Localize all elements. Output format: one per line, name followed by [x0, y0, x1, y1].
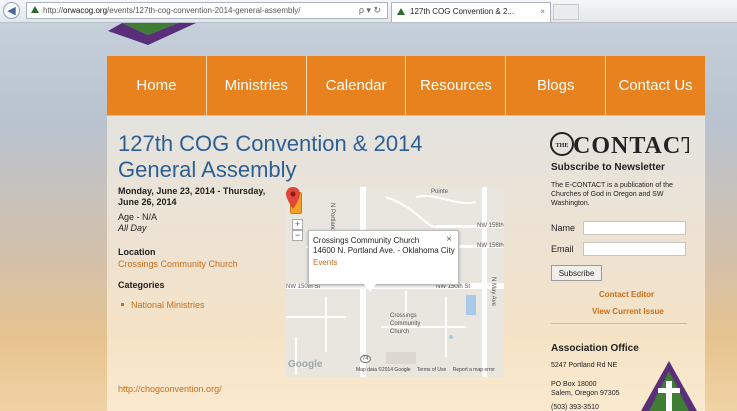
- email-label: Email: [551, 244, 574, 254]
- url-path: /events/127th-cog-convention-2014-genera…: [107, 6, 301, 15]
- event-website-link[interactable]: http://chogconvention.org/: [118, 384, 222, 394]
- url-prefix: http://: [43, 6, 64, 15]
- browser-toolbar: ◀ http://orwacog.org/events/127th-cog-co…: [0, 0, 737, 23]
- popup-place-name: Crossings Community Church: [313, 236, 420, 245]
- address-search-refresh-icon[interactable]: ρ ▾ ↻: [359, 3, 381, 18]
- main-nav: Home Ministries Calendar Resources Blogs…: [107, 56, 705, 115]
- category-link[interactable]: National Ministries: [118, 300, 205, 310]
- categories-heading: Categories: [118, 280, 165, 290]
- church-of-god-logo: [641, 361, 697, 411]
- event-all-day: All Day: [118, 223, 147, 233]
- association-city: Salem, Oregon 97305: [551, 390, 620, 397]
- popup-events-link[interactable]: Events: [313, 258, 337, 267]
- sidebar-divider: [551, 323, 687, 324]
- tab-title: 127th COG Convention & 2...: [410, 7, 515, 16]
- map-place-line1: Crossings: [390, 313, 417, 319]
- site-icon: [31, 6, 39, 13]
- google-logo[interactable]: Google: [288, 359, 322, 370]
- nav-blogs[interactable]: Blogs: [506, 56, 606, 115]
- event-age: Age - N/A: [118, 212, 158, 222]
- nav-home[interactable]: Home: [107, 56, 206, 115]
- browser-tab[interactable]: 127th COG Convention & 2... ×: [391, 2, 551, 22]
- map-label-pointe: Pointe: [431, 189, 449, 195]
- association-heading: Association Office: [551, 343, 639, 354]
- popup-close-icon[interactable]: ×: [446, 234, 452, 245]
- zoom-in-button[interactable]: +: [292, 219, 303, 230]
- map-data-credit: Map data ©2014 Google: [356, 367, 411, 373]
- contact-logo: THE CONTACT: [550, 132, 689, 157]
- map-info-window: Crossings Community Church 14600 N. Port…: [308, 230, 459, 285]
- url-domain: orwacog.org: [63, 6, 108, 15]
- map-place-line3: Church: [390, 329, 410, 335]
- name-label: Name: [551, 223, 576, 233]
- view-current-issue-link[interactable]: View Current Issue: [592, 307, 664, 316]
- popup-tail: [364, 284, 376, 292]
- location-link[interactable]: Crossings Community Church: [118, 259, 238, 269]
- event-title: 127th COG Convention & 2014 General Asse…: [118, 131, 423, 182]
- address-url: http://orwacog.org/events/127th-cog-conv…: [43, 3, 301, 18]
- logo-small-text: THE: [556, 143, 569, 149]
- popup-address: 14600 N. Portland Ave. - Oklahoma City: [313, 246, 455, 255]
- terms-of-use-link[interactable]: Terms of Use: [417, 367, 446, 373]
- location-map[interactable]: + − Pointe N Portland NW 158th NW 156th …: [286, 187, 504, 377]
- report-map-error-link[interactable]: Report a map error: [453, 367, 495, 373]
- association-po-box: PO Box 18000: [551, 381, 597, 388]
- map-label-nw158: NW 158th: [477, 223, 504, 229]
- association-street: 5247 Portland Rd NE: [551, 362, 618, 369]
- nav-ministries[interactable]: Ministries: [206, 56, 306, 115]
- tab-site-icon: [397, 8, 405, 15]
- site-logo[interactable]: [108, 23, 198, 45]
- event-date: Monday, June 23, 2014 - Thursday, June 2…: [118, 186, 266, 207]
- new-tab-button[interactable]: [553, 4, 579, 20]
- logo-main-text: CONTACT: [573, 133, 689, 157]
- map-place-line2: Community: [390, 321, 421, 327]
- map-label-nw156: NW 156th: [477, 243, 504, 249]
- location-heading: Location: [118, 247, 156, 257]
- email-field[interactable]: [583, 242, 686, 256]
- zoom-out-button[interactable]: −: [292, 230, 303, 241]
- map-route-shield: 74: [360, 355, 371, 363]
- bullet-icon: [121, 303, 124, 307]
- map-footer: Map data ©2014 Google Terms of Use Repor…: [356, 367, 500, 373]
- newsletter-heading: Subscribe to Newsletter: [551, 162, 665, 173]
- nav-calendar[interactable]: Calendar: [306, 56, 406, 115]
- name-field[interactable]: [583, 221, 686, 235]
- association-phone: (503) 393-3510: [551, 404, 599, 411]
- address-bar[interactable]: http://orwacog.org/events/127th-cog-conv…: [26, 2, 388, 19]
- map-label-portland: N Portland: [329, 203, 335, 232]
- subscribe-button[interactable]: Subscribe: [551, 265, 602, 281]
- map-label-may: N May Ave: [490, 277, 496, 306]
- back-button[interactable]: ◀: [3, 2, 20, 19]
- nav-contact-us[interactable]: Contact Us: [606, 56, 705, 115]
- tab-close-icon[interactable]: ×: [540, 3, 545, 21]
- contact-editor-link[interactable]: Contact Editor: [599, 290, 654, 299]
- nav-resources[interactable]: Resources: [406, 56, 506, 115]
- newsletter-description: The E-CONTACT is a publication of the Ch…: [551, 182, 673, 207]
- location-pin-icon[interactable]: [286, 187, 300, 209]
- category-label: National Ministries: [131, 300, 205, 310]
